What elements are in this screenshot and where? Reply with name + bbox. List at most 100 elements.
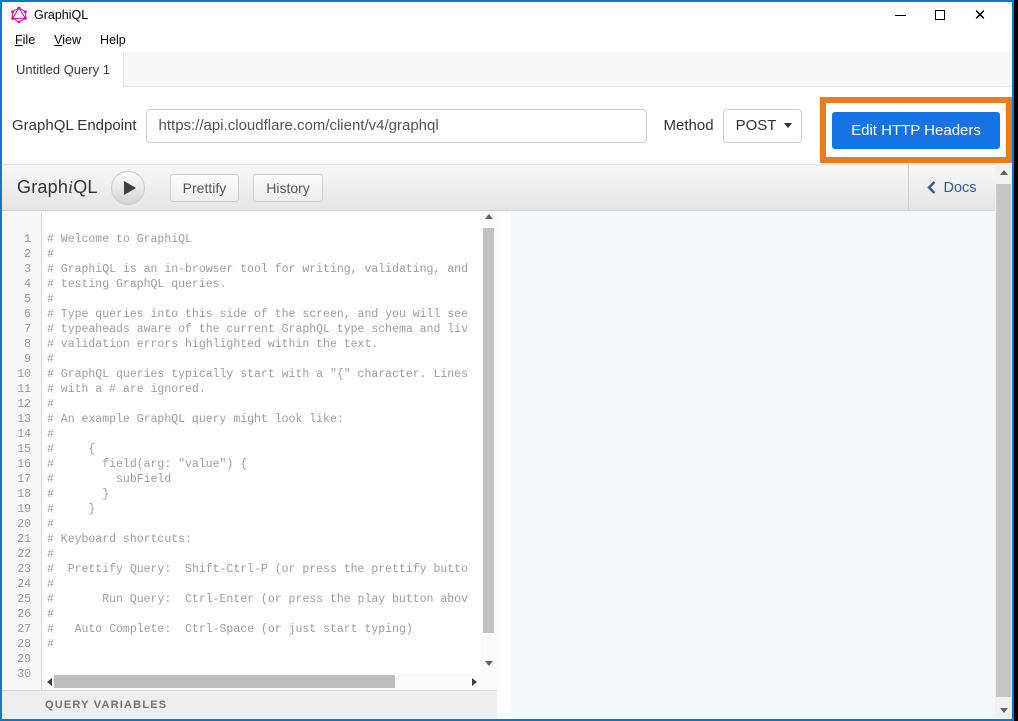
- close-button[interactable]: ✕: [960, 2, 1000, 28]
- code-line[interactable]: # }: [42, 487, 481, 502]
- code-line[interactable]: #: [42, 637, 481, 652]
- line-number: 20: [2, 517, 41, 532]
- maximize-button[interactable]: [920, 2, 960, 28]
- highlight-annotation: Edit HTTP Headers: [820, 97, 1012, 163]
- code-line[interactable]: # testing GraphQL queries.: [42, 277, 481, 292]
- line-number: 8: [2, 337, 41, 352]
- code-line[interactable]: # Type queries into this side of the scr…: [42, 307, 481, 322]
- line-number: 22: [2, 547, 41, 562]
- code-line[interactable]: #: [42, 577, 481, 592]
- method-select[interactable]: POST: [723, 109, 802, 143]
- vertical-scroll-thumb[interactable]: [483, 228, 494, 633]
- code-line[interactable]: # with a # are ignored.: [42, 382, 481, 397]
- code-line[interactable]: # Prettify Query: Shift-Ctrl-P (or press…: [42, 562, 481, 577]
- window-title: GraphiQL: [34, 8, 88, 22]
- docs-button[interactable]: Docs: [908, 165, 995, 210]
- code-line[interactable]: [42, 652, 481, 667]
- history-button[interactable]: History: [253, 174, 323, 202]
- code-line[interactable]: # Keyboard shortcuts:: [42, 532, 481, 547]
- editor-vertical-scrollbar[interactable]: [481, 211, 497, 690]
- docs-label: Docs: [943, 180, 976, 196]
- line-number: 2: [2, 247, 41, 262]
- code-line[interactable]: #: [42, 517, 481, 532]
- code-line[interactable]: # {: [42, 442, 481, 457]
- line-number: 30: [2, 667, 41, 682]
- code-line[interactable]: #: [42, 292, 481, 307]
- code-line[interactable]: #: [42, 352, 481, 367]
- code-line[interactable]: #: [42, 247, 481, 262]
- titlebar: GraphiQL ✕: [2, 2, 1012, 28]
- minimize-button[interactable]: [880, 2, 920, 28]
- maximize-icon: [935, 10, 945, 20]
- code-line[interactable]: #: [42, 397, 481, 412]
- code-line[interactable]: #: [42, 547, 481, 562]
- editor-horizontal-scrollbar[interactable]: [42, 673, 481, 690]
- code-line[interactable]: # }: [42, 502, 481, 517]
- main-scrollbar[interactable]: [995, 164, 1012, 719]
- code-line[interactable]: # Auto Complete: Ctrl-Space (or just sta…: [42, 622, 481, 637]
- scroll-down-arrow[interactable]: [995, 702, 1012, 719]
- line-number: 19: [2, 502, 41, 517]
- line-number: 23: [2, 562, 41, 577]
- result-pane: [511, 211, 995, 719]
- menu-file[interactable]: File: [15, 33, 35, 47]
- code-line[interactable]: # An example GraphQL query might look li…: [42, 412, 481, 427]
- query-editor: 1234567891011121314151617181920212223242…: [2, 211, 497, 690]
- scroll-right-arrow[interactable]: [467, 673, 481, 690]
- line-number: 29: [2, 652, 41, 667]
- line-number: 7: [2, 322, 41, 337]
- code-line[interactable]: # subField: [42, 472, 481, 487]
- scroll-up-arrow[interactable]: [481, 214, 497, 219]
- line-number: 13: [2, 412, 41, 427]
- line-number: 9: [2, 352, 41, 367]
- endpoint-input[interactable]: [146, 109, 647, 143]
- tabbar: Untitled Query 1: [2, 52, 1012, 87]
- tab-untitled-query[interactable]: Untitled Query 1: [2, 52, 124, 87]
- endpoint-label: GraphQL Endpoint: [12, 117, 137, 134]
- line-number: 24: [2, 577, 41, 592]
- query-variables-bar[interactable]: QUERY VARIABLES: [2, 690, 497, 719]
- prettify-button[interactable]: Prettify: [170, 174, 240, 202]
- graphql-logo-icon: [11, 7, 27, 23]
- code-line[interactable]: # field(arg: "value") {: [42, 457, 481, 472]
- scroll-down-arrow[interactable]: [481, 661, 497, 666]
- horizontal-scroll-thumb[interactable]: [54, 675, 395, 688]
- main-scroll-thumb[interactable]: [996, 184, 1011, 697]
- line-number: 4: [2, 277, 41, 292]
- method-value: POST: [736, 117, 777, 134]
- chevron-down-icon: [784, 123, 792, 128]
- editor-gutter: 1234567891011121314151617181920212223242…: [2, 211, 42, 690]
- line-number: 25: [2, 592, 41, 607]
- line-number: 12: [2, 397, 41, 412]
- graphiql-logo: GraphiQL: [17, 177, 98, 198]
- menu-view[interactable]: View: [54, 33, 81, 47]
- line-number: 27: [2, 622, 41, 637]
- code-line[interactable]: # typeaheads aware of the current GraphQ…: [42, 322, 481, 337]
- close-icon: ✕: [974, 8, 987, 23]
- graphiql-section: GraphiQL Prettify History Docs 123456789…: [2, 164, 1012, 719]
- code-line[interactable]: #: [42, 607, 481, 622]
- scroll-up-arrow[interactable]: [995, 164, 1012, 181]
- code-line[interactable]: # GraphiQL is an in-browser tool for wri…: [42, 262, 481, 277]
- line-number: 6: [2, 307, 41, 322]
- edit-http-headers-button[interactable]: Edit HTTP Headers: [832, 112, 1000, 149]
- line-number: 21: [2, 532, 41, 547]
- code-line[interactable]: # Welcome to GraphiQL: [42, 232, 481, 247]
- execute-query-button[interactable]: [111, 171, 145, 205]
- editor-code[interactable]: # Welcome to GraphiQL## GraphiQL is an i…: [42, 211, 481, 690]
- code-line[interactable]: # Run Query: Ctrl-Enter (or press the pl…: [42, 592, 481, 607]
- line-number: 17: [2, 472, 41, 487]
- menu-help[interactable]: Help: [100, 33, 126, 47]
- line-number: 10: [2, 367, 41, 382]
- code-line[interactable]: # GraphQL queries typically start with a…: [42, 367, 481, 382]
- code-line[interactable]: #: [42, 427, 481, 442]
- line-number: 28: [2, 637, 41, 652]
- query-editor-pane: 1234567891011121314151617181920212223242…: [2, 211, 497, 719]
- play-icon: [124, 181, 136, 195]
- line-number: 1: [2, 232, 41, 247]
- code-line[interactable]: # validation errors highlighted within t…: [42, 337, 481, 352]
- line-number: 3: [2, 262, 41, 277]
- chevron-left-icon: [927, 181, 936, 194]
- minimize-icon: [895, 15, 906, 16]
- tab-label: Untitled Query 1: [16, 62, 110, 77]
